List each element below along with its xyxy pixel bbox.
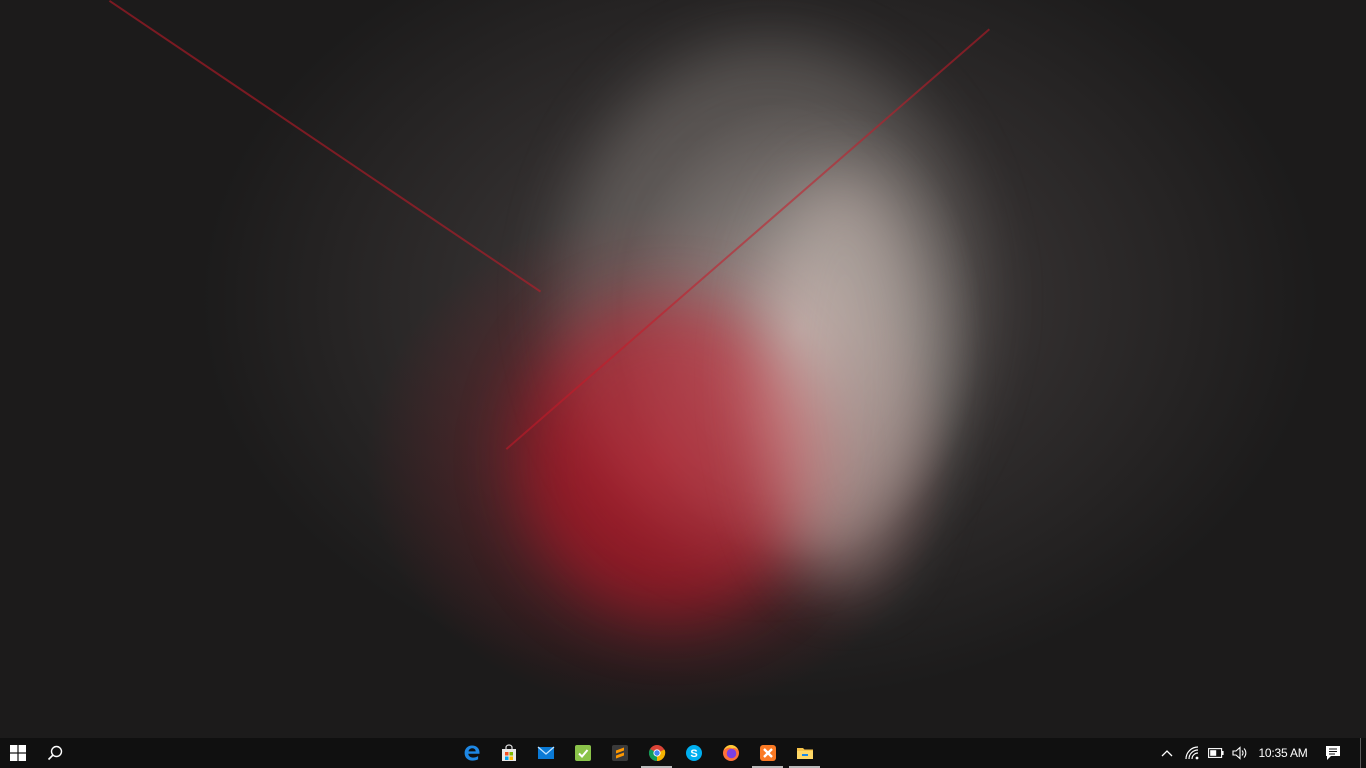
taskbar-app-skype[interactable]: S [675, 738, 712, 768]
start-button[interactable] [0, 738, 36, 768]
taskbar-app-mail[interactable] [527, 738, 564, 768]
volume-icon [1232, 746, 1247, 760]
chrome-icon [648, 745, 665, 762]
taskbar: S 10:35 AM [0, 738, 1366, 768]
chevron-up-icon [1161, 750, 1173, 757]
taskbar-app-sublime[interactable] [601, 738, 638, 768]
desktop-wallpaper [0, 0, 1366, 738]
battery-icon [1208, 748, 1224, 758]
store-icon [501, 744, 516, 761]
taskbar-app-checklist[interactable] [564, 738, 601, 768]
firefox-icon [722, 745, 739, 761]
taskbar-app-file-explorer[interactable] [786, 738, 823, 768]
search-icon [47, 745, 63, 761]
svg-text:S: S [690, 748, 697, 760]
clock-button[interactable]: 10:35 AM [1254, 738, 1312, 768]
show-desktop-button[interactable] [1360, 738, 1366, 768]
taskbar-app-edge[interactable] [453, 738, 490, 768]
battery-button[interactable] [1205, 738, 1227, 768]
checklist-icon [574, 745, 591, 761]
xampp-icon [759, 745, 776, 761]
taskbar-app-xampp[interactable] [749, 738, 786, 768]
sublime-text-icon [611, 745, 628, 761]
show-hidden-icons-button[interactable] [1156, 738, 1178, 768]
skype-icon: S [685, 745, 702, 761]
wallpaper-streak [108, 0, 542, 293]
clock-time: 10:35 AM [1258, 746, 1308, 760]
edge-icon [464, 745, 479, 761]
taskbar-app-chrome[interactable] [638, 738, 675, 768]
search-button[interactable] [37, 738, 73, 768]
action-center-button[interactable] [1318, 738, 1348, 768]
windows-logo-icon [10, 745, 26, 761]
wallpaper-face [760, 170, 930, 590]
volume-button[interactable] [1228, 738, 1252, 768]
taskbar-app-store[interactable] [490, 738, 527, 768]
file-explorer-icon [796, 748, 813, 759]
network-button[interactable] [1181, 738, 1205, 768]
action-center-icon [1326, 746, 1340, 760]
mail-icon [537, 746, 554, 759]
taskbar-app-firefox[interactable] [712, 738, 749, 768]
wifi-icon [1185, 746, 1199, 760]
